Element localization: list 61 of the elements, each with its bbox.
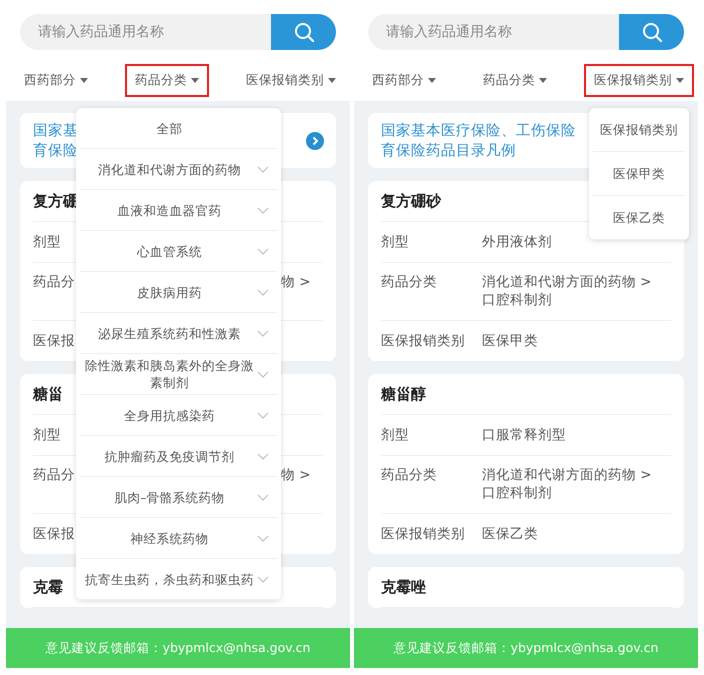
filter-dropdown[interactable]: 药品分类 (125, 64, 209, 97)
field-label: 医保报销类别 (381, 333, 465, 349)
caret-icon (80, 78, 88, 83)
filter-dropdown[interactable]: 西药部分 (14, 64, 98, 97)
field-label: 医保报销类别 (381, 526, 465, 542)
field-value: 医保乙类 (482, 525, 538, 543)
field-label: 药品分类 (381, 274, 437, 290)
field-label: 药品分 (33, 274, 75, 290)
field-value: 医保甲类 (482, 332, 538, 350)
search-button[interactable] (619, 14, 684, 50)
field-label: 医保报 (33, 333, 75, 349)
notice-link[interactable]: 育保险药品目录凡例 (381, 140, 576, 160)
filter-dropdown[interactable]: 西药部分 (362, 64, 446, 97)
menu-item[interactable]: 消化道和代谢方面的药物 (80, 149, 277, 190)
filter-dropdown[interactable]: 药品分类 (473, 64, 557, 97)
drug-name: 克霉唑 (381, 567, 671, 608)
feedback-email-bar: 意见建议反馈邮箱：ybypmlcx@nhsa.gov.cn (6, 628, 350, 668)
caret-icon (328, 78, 336, 83)
field-value: 口服常释剂型 (482, 426, 566, 444)
menu-item[interactable]: 肌肉–骨骼系统药物 (80, 477, 277, 518)
menu-item[interactable]: 抗寄生虫药，杀虫药和驱虫药 (80, 559, 277, 600)
caret-icon (428, 78, 436, 83)
caret-icon (676, 78, 684, 83)
notice-link[interactable]: 育保险 (33, 140, 78, 160)
menu-item[interactable]: 全部 (80, 108, 277, 149)
caret-icon (539, 78, 547, 83)
field-value: 消化道和代谢方面的药物 > 口腔科制剂 (482, 273, 652, 309)
feedback-email-bar: 意见建议反馈邮箱：ybypmlcx@nhsa.gov.cn (354, 628, 698, 668)
menu-item[interactable]: 医保报销类别 (593, 108, 685, 152)
notice-link[interactable]: 国家基本医疗保险、工伤保险 (381, 120, 576, 140)
field-label: 医保报 (33, 526, 75, 542)
menu-item[interactable]: 抗肿瘤药及免疫调节剂 (80, 436, 277, 477)
field-value: 消化道和代谢方面的药物 > 口腔科制剂 (482, 466, 652, 502)
menu-item[interactable]: 皮肤病用药 (80, 272, 277, 313)
search-field[interactable]: 请输入药品通用名称 (20, 14, 271, 50)
caret-icon (191, 78, 199, 83)
filter-dropdown[interactable]: 医保报销类别 (236, 64, 346, 97)
search-button[interactable] (271, 14, 336, 50)
field-label: 剂型 (381, 427, 409, 443)
menu-item[interactable]: 除性激素和胰岛素外的全身激素制剂 (80, 354, 277, 395)
field-label: 药品分 (33, 467, 75, 483)
menu-item[interactable]: 神经系统药物 (80, 518, 277, 559)
search-field[interactable]: 请输入药品通用名称 (368, 14, 619, 50)
field-value: 物 > (281, 466, 311, 484)
menu-item[interactable]: 心血管系统 (80, 231, 277, 272)
search-icon (292, 21, 314, 43)
field-label: 剂型 (33, 234, 61, 250)
menu-item[interactable]: 全身用抗感染药 (80, 395, 277, 436)
search-icon (640, 21, 662, 43)
field-value: 物 > (281, 273, 311, 291)
menu-item[interactable]: 医保甲类 (593, 152, 685, 196)
drug-name: 糖甾醇 (381, 374, 671, 415)
menu-item[interactable]: 医保乙类 (593, 196, 685, 240)
menu-item[interactable]: 泌尿生殖系统药和性激素 (80, 313, 277, 354)
field-value: 外用液体剂 (482, 233, 552, 251)
menu-item[interactable]: 血液和造血器官药 (80, 190, 277, 231)
field-label: 剂型 (381, 234, 409, 250)
filter-dropdown[interactable]: 医保报销类别 (584, 64, 694, 97)
field-label: 药品分类 (381, 467, 437, 483)
field-label: 剂型 (33, 427, 61, 443)
notice-link[interactable]: 国家基 (33, 120, 78, 140)
